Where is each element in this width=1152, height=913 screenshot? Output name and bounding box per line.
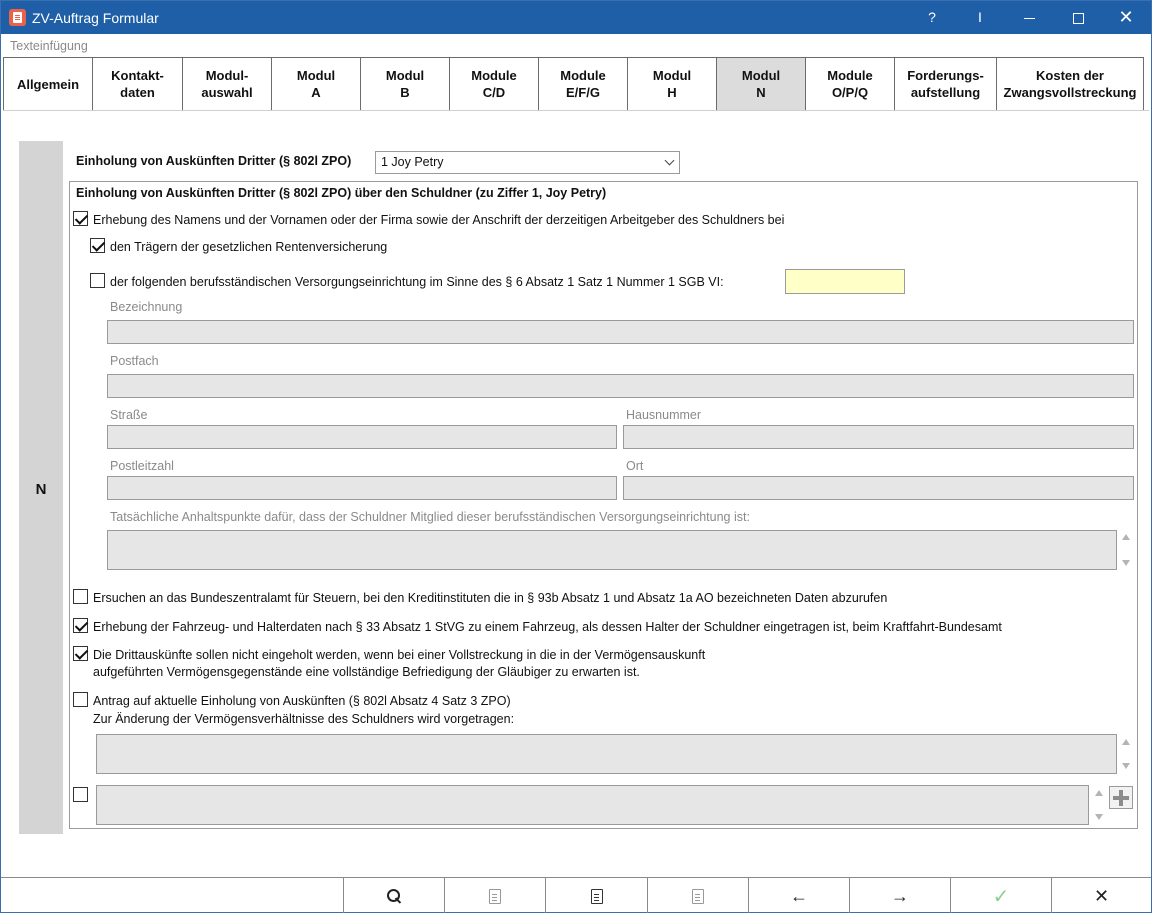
group-title: Einholung von Auskünften Dritter (§ 802l… [76,186,607,200]
tab-modul-n[interactable]: Modul N [716,57,806,111]
help-button[interactable]: ? [908,1,956,34]
postfach-field[interactable] [107,374,1134,398]
window: ZV-Auftrag Formular ? I ✕ Texteinfügung … [0,0,1152,913]
ort-label: Ort [626,459,644,473]
versorgungseinrichtung-label: der folgenden berufsständischen Versorgu… [110,275,724,289]
anhaltspunkte-textarea[interactable] [107,530,1117,570]
tab-kosten-zwangsvollstreckung[interactable]: Kosten der Zwangsvollstreckung [996,57,1144,111]
app-icon [9,9,26,26]
kba-label: Erhebung der Fahrzeug- und Halterdaten n… [93,620,1002,634]
antrag-label: Antrag auf aktuelle Einholung von Auskün… [93,694,511,708]
chevron-down-icon [664,155,675,166]
search-button[interactable] [343,878,444,913]
scroll-down-icon[interactable] [1122,763,1130,769]
freitext-textarea[interactable] [96,785,1089,825]
bzst-checkbox[interactable] [73,589,88,604]
postleitzahl-label: Postleitzahl [110,459,174,473]
kba-checkbox[interactable] [73,618,88,633]
hausnummer-label: Hausnummer [626,408,702,422]
erhebung-label: Erhebung des Namens und der Vornamen ode… [93,213,785,227]
forward-button[interactable]: → [849,878,950,913]
einholung-label: Einholung von Auskünften Dritter (§ 802l… [76,154,352,168]
anhaltspunkte-label: Tatsächliche Anhaltspunkte dafür, dass d… [110,510,750,524]
cancel-button[interactable]: ✕ [1051,878,1151,913]
ort-field[interactable] [623,476,1134,500]
bzst-label: Ersuchen an das Bundeszentralamt für Ste… [93,591,888,605]
tab-bar: Allgemein Kontakt- daten Modul- auswahl … [3,57,1144,111]
search-icon [386,888,402,904]
postleitzahl-field[interactable] [107,476,617,500]
add-freitext-button[interactable] [1109,786,1133,809]
close-window-button[interactable]: ✕ [1102,1,1150,34]
paste-button[interactable] [444,878,545,913]
section-letter: N [35,481,47,498]
ok-button[interactable]: ✓ [950,878,1051,913]
hausnummer-field[interactable] [623,425,1134,449]
tab-kontaktdaten[interactable]: Kontakt- daten [92,57,183,111]
strasse-field[interactable] [107,425,617,449]
tab-allgemein[interactable]: Allgemein [3,57,93,111]
rentenversicherung-label: den Trägern der gesetzlichen Rentenversi… [110,240,388,254]
bottom-toolbar: ← → ✓ ✕ [1,877,1151,913]
scroll-up-icon[interactable] [1122,739,1130,745]
tab-modul-b[interactable]: Modul B [360,57,450,111]
minimize-icon [1023,17,1035,19]
drittauskuenfte-checkbox[interactable] [73,646,88,661]
minimize-button[interactable] [1005,1,1053,34]
schuldner-select[interactable]: 1 Joy Petry [375,151,680,174]
section-sidebar: N [19,141,63,834]
tab-module-opq[interactable]: Module O/P/Q [805,57,895,111]
clipboard-icon [489,888,501,904]
drittauskuenfte-label-line2: aufgeführten Vermögensgegenstände eine v… [93,665,640,679]
tab-module-efg[interactable]: Module E/F/G [538,57,628,111]
title-bar: ZV-Auftrag Formular ? I ✕ [1,1,1151,34]
scroll-up-icon[interactable] [1122,534,1130,540]
schuldner-select-value: 1 Joy Petry [381,155,444,169]
rentenversicherung-checkbox[interactable] [90,238,105,253]
paste-document-button[interactable] [545,878,647,913]
text-cursor-icon[interactable]: I [956,1,1004,34]
tab-modul-a[interactable]: Modul A [271,57,361,111]
aenderung-textarea[interactable] [96,734,1117,774]
export-icon [692,888,704,904]
scroll-down-icon[interactable] [1095,814,1103,820]
scroll-down-icon[interactable] [1122,560,1130,566]
clipboard-doc-icon [590,888,603,904]
maximize-button[interactable] [1054,1,1102,34]
versorgungseinrichtung-checkbox[interactable] [90,273,105,288]
antrag-checkbox[interactable] [73,692,88,707]
menu-texteinfuegung[interactable]: Texteinfügung [10,39,88,53]
postfach-label: Postfach [110,354,159,368]
versorgungseinrichtung-input[interactable] [785,269,905,294]
maximize-icon [1072,12,1084,24]
bezeichnung-label: Bezeichnung [110,300,183,314]
scroll-up-icon[interactable] [1095,790,1103,796]
bezeichnung-field[interactable] [107,320,1134,344]
erhebung-checkbox[interactable] [73,211,88,226]
drittauskuenfte-label-line1: Die Drittauskünfte sollen nicht eingehol… [93,648,706,662]
tab-module-cd[interactable]: Module C/D [449,57,539,111]
tab-modul-h[interactable]: Modul H [627,57,717,111]
back-button[interactable]: ← [748,878,849,913]
tab-forderungsaufstellung[interactable]: Forderungs- aufstellung [894,57,997,111]
tab-modulauswahl[interactable]: Modul- auswahl [182,57,272,111]
freitext-checkbox[interactable] [73,787,88,802]
export-button[interactable] [647,878,748,913]
window-title: ZV-Auftrag Formular [32,10,159,26]
aenderung-label: Zur Änderung der Vermögensverhältnisse d… [93,712,515,726]
strasse-label: Straße [110,408,148,422]
